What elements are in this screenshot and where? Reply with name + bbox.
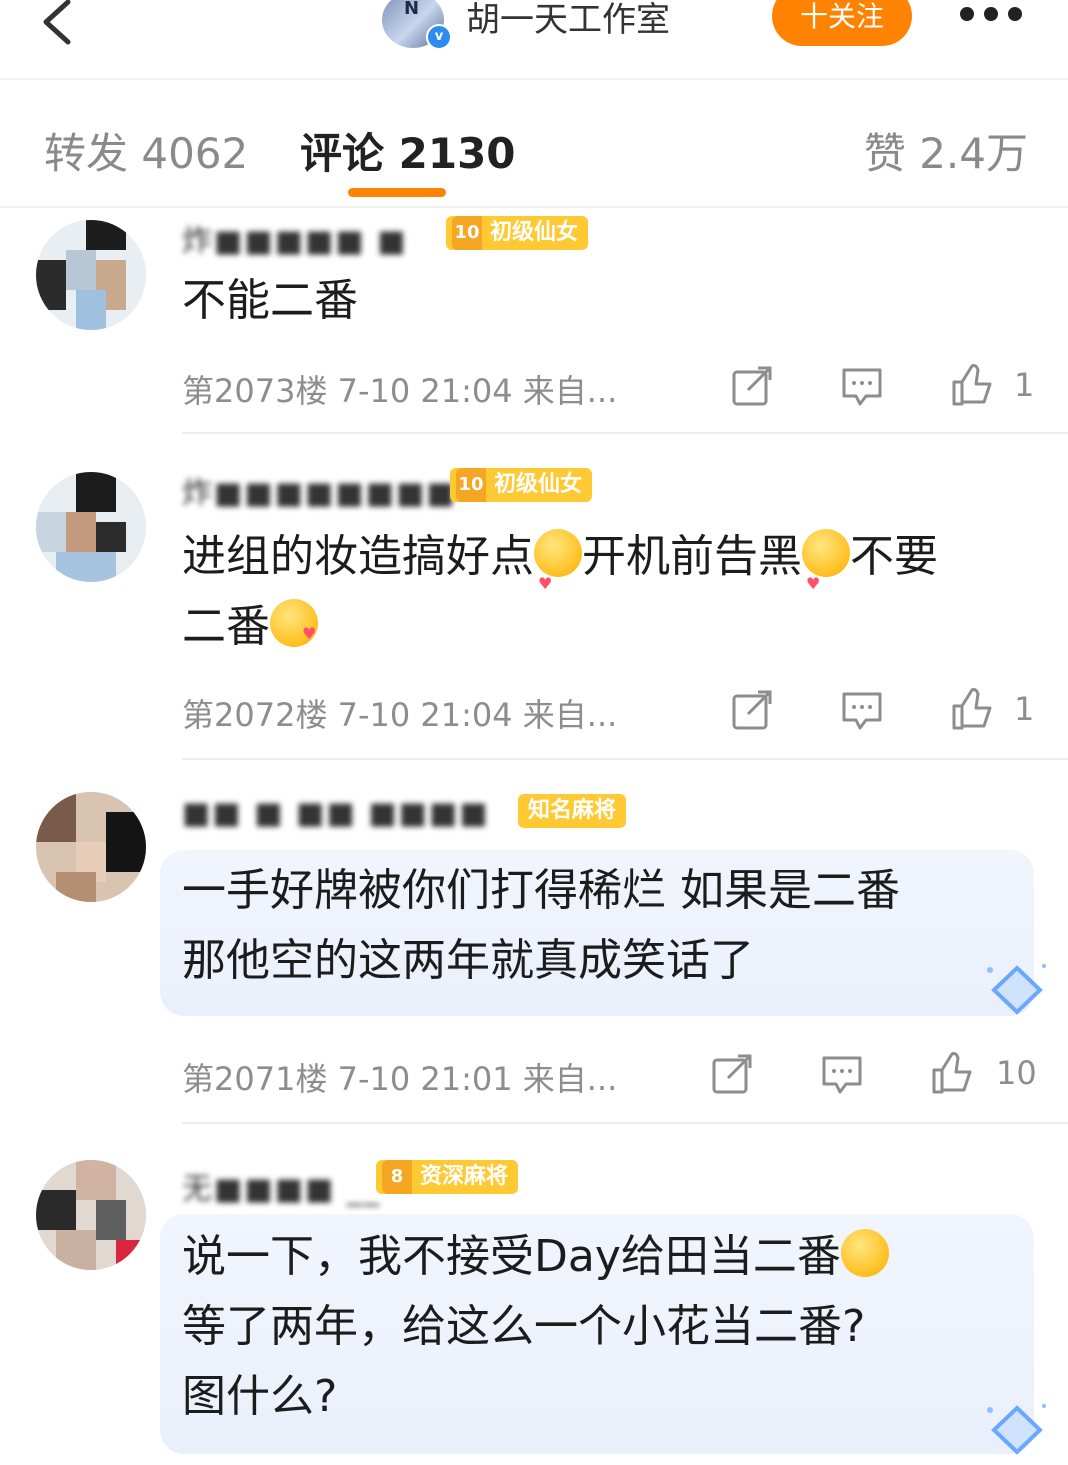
text-segment: 开机前告黑 bbox=[582, 531, 802, 582]
comment-meta: 第2073楼 7-10 21:04 来自... bbox=[182, 372, 618, 410]
divider bbox=[182, 758, 1068, 760]
text-line: 图什么? bbox=[182, 1371, 338, 1422]
text-line: 那他空的这两年就真成笑话了 bbox=[182, 935, 754, 986]
avatar[interactable] bbox=[36, 220, 146, 330]
username[interactable]: 无■■■■ __ bbox=[182, 1164, 381, 1208]
divider bbox=[182, 432, 1068, 434]
follow-button[interactable]: 十关注 bbox=[772, 0, 912, 46]
user-badge: 8 资深麻将 bbox=[376, 1160, 519, 1194]
badge-text: 资深麻将 bbox=[420, 1164, 509, 1189]
comment-text: 进组的妆造搞好点 ♥ 开机前告黑 ♥ 不要 二番 ♥ bbox=[182, 522, 1042, 662]
user-badge: 知名麻将 bbox=[518, 794, 627, 828]
share-icon[interactable] bbox=[730, 688, 774, 732]
comment-tabs: 转发 4062 评论 2130 赞 2.4万 bbox=[0, 80, 1068, 208]
verified-badge-icon: v bbox=[426, 24, 452, 50]
thumbs-up-icon[interactable] bbox=[950, 686, 994, 730]
user-badge: 10 初级仙女 bbox=[450, 468, 593, 502]
comment-item: 无■■■■ __ 8 资深麻将 说一下，我不接受Day给田当二番 等了两年，给这… bbox=[0, 1150, 1068, 1465]
more-icon[interactable] bbox=[958, 2, 1024, 26]
text-line: 一手好牌被你们打得稀烂 如果是二番 bbox=[182, 865, 900, 916]
text-line: 说一下，我不接受Day给田当二番 bbox=[182, 1231, 841, 1282]
comment-text: 不能二番 bbox=[182, 275, 358, 326]
share-icon[interactable] bbox=[710, 1052, 754, 1096]
badge-level: 8 bbox=[382, 1160, 412, 1194]
comment-item: ■■ ■ ■■ ■■■■ 知名麻将 一手好牌被你们打得稀烂 如果是二番 那他空的… bbox=[0, 788, 1068, 1118]
comment-item: 炸■■■■■■■■ 10 初级仙女 进组的妆造搞好点 ♥ 开机前告黑 ♥ 不要 二番 ♥ … bbox=[0, 462, 1068, 762]
comment-item: 炸■■■■■ ■ 10 初级仙女 不能二番 第2073楼 7-10 21:04 … bbox=[0, 210, 1068, 440]
comment-text: 说一下，我不接受Day给田当二番 等了两年，给这么一个小花当二番? 图什么? bbox=[182, 1222, 1042, 1432]
thumbs-up-icon[interactable] bbox=[930, 1050, 974, 1094]
badge-level: 10 bbox=[452, 216, 482, 250]
avatar[interactable] bbox=[36, 1160, 146, 1270]
avatar[interactable] bbox=[36, 472, 146, 582]
emoji-icon: ♥ bbox=[270, 599, 318, 647]
like-count: 1 bbox=[1014, 366, 1035, 404]
badge-text: 知名麻将 bbox=[528, 798, 617, 823]
like-count: 1 bbox=[1014, 690, 1035, 728]
studio-name[interactable]: 胡一天工作室 bbox=[466, 0, 670, 41]
emoji-icon: ♥ bbox=[534, 529, 582, 593]
like-count: 10 bbox=[996, 1054, 1037, 1092]
text-line: 等了两年，给这么一个小花当二番? bbox=[182, 1301, 866, 1352]
badge-text: 初级仙女 bbox=[490, 220, 579, 245]
share-icon[interactable] bbox=[730, 364, 774, 408]
studio-avatar[interactable]: N v bbox=[382, 0, 452, 50]
badge-text: 初级仙女 bbox=[494, 472, 583, 497]
tab-like[interactable]: 赞 2.4万 bbox=[864, 120, 1028, 181]
text-segment: 不要 bbox=[850, 531, 938, 582]
emoji-icon: ♥ bbox=[802, 529, 850, 593]
user-badge: 10 初级仙女 bbox=[446, 216, 589, 250]
username[interactable]: 炸■■■■■ ■ bbox=[182, 216, 408, 260]
reply-icon[interactable] bbox=[820, 1052, 864, 1096]
text-segment: 二番 bbox=[182, 601, 270, 652]
active-tab-indicator bbox=[348, 188, 446, 197]
avatar-logo: N bbox=[404, 0, 420, 19]
avatar[interactable] bbox=[36, 792, 146, 902]
comment-text: 一手好牌被你们打得稀烂 如果是二番 那他空的这两年就真成笑话了 bbox=[182, 856, 1042, 996]
reply-icon[interactable] bbox=[840, 364, 884, 408]
badge-level: 10 bbox=[456, 468, 486, 502]
top-nav-bar: N v 胡一天工作室 十关注 bbox=[0, 0, 1068, 80]
username[interactable]: 炸■■■■■■■■ bbox=[182, 468, 457, 512]
username[interactable]: ■■ ■ ■■ ■■■■ bbox=[182, 796, 490, 831]
comment-meta: 第2072楼 7-10 21:04 来自... bbox=[182, 696, 618, 734]
emoji-icon bbox=[840, 1229, 889, 1277]
back-arrow-icon[interactable] bbox=[36, 0, 76, 46]
comment-meta: 第2071楼 7-10 21:01 来自... bbox=[182, 1060, 618, 1098]
reply-icon[interactable] bbox=[840, 688, 884, 732]
tab-comment[interactable]: 评论 2130 bbox=[300, 120, 516, 181]
thumbs-up-icon[interactable] bbox=[950, 362, 994, 406]
text-segment: 进组的妆造搞好点 bbox=[182, 531, 534, 582]
tab-repost[interactable]: 转发 4062 bbox=[44, 120, 248, 181]
divider bbox=[182, 1122, 1068, 1124]
